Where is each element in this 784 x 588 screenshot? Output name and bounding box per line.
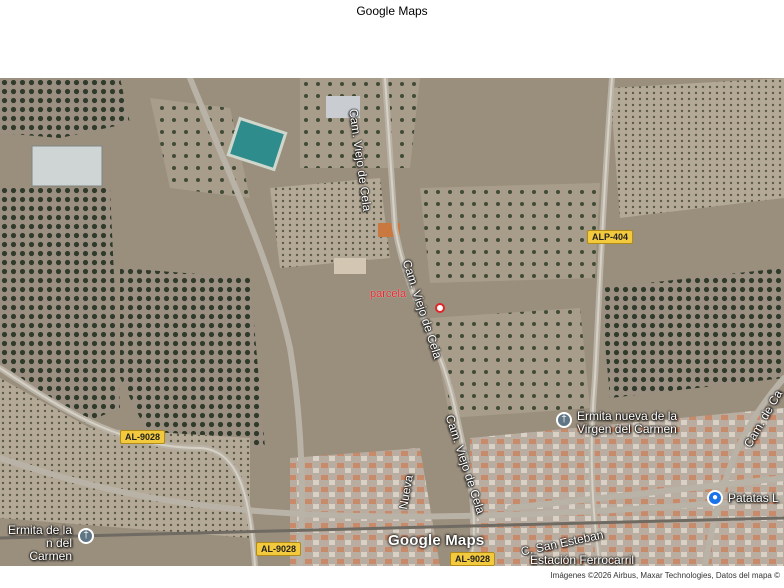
poi-ermita-carmen[interactable]: Ermita de la n del Carmen xyxy=(0,524,72,563)
road-shield-alp-404: ALP-404 xyxy=(587,230,634,244)
poi-ermita-nueva[interactable]: Ermita nueva de la Virgen del Carmen xyxy=(577,410,677,436)
poi-ermita-nueva-line2: Virgen del Carmen xyxy=(577,422,677,436)
church-icon[interactable]: † xyxy=(556,412,572,428)
church-icon[interactable]: † xyxy=(78,528,94,544)
road-shield-al-9028: AL-9028 xyxy=(450,552,496,566)
poi-patatas[interactable]: Patatas L xyxy=(728,492,779,505)
shopping-bag-icon[interactable]: ● xyxy=(707,490,723,506)
poi-ermita-nueva-line1: Ermita nueva de la xyxy=(577,409,678,423)
satellite-map[interactable]: parcela Cam. Viejo de Cela Cam. Viejo de… xyxy=(0,78,784,566)
parcel-label[interactable]: parcela xyxy=(370,288,406,300)
road-shield-al-9028: AL-9028 xyxy=(120,430,166,444)
page-title: Google Maps xyxy=(356,4,428,18)
map-attribution[interactable]: Imágenes ©2026 Airbus, Maxar Technologie… xyxy=(546,570,784,586)
satellite-imagery xyxy=(0,78,784,566)
google-maps-logo: Google Maps xyxy=(388,532,485,549)
poi-estacion[interactable]: Estación Ferrocarril xyxy=(530,554,634,567)
poi-ermita-carmen-line2: n del Carmen xyxy=(29,536,72,563)
poi-ermita-carmen-line1: Ermita de la xyxy=(7,523,72,537)
road-shield-al-9028: AL-9028 xyxy=(256,542,302,556)
